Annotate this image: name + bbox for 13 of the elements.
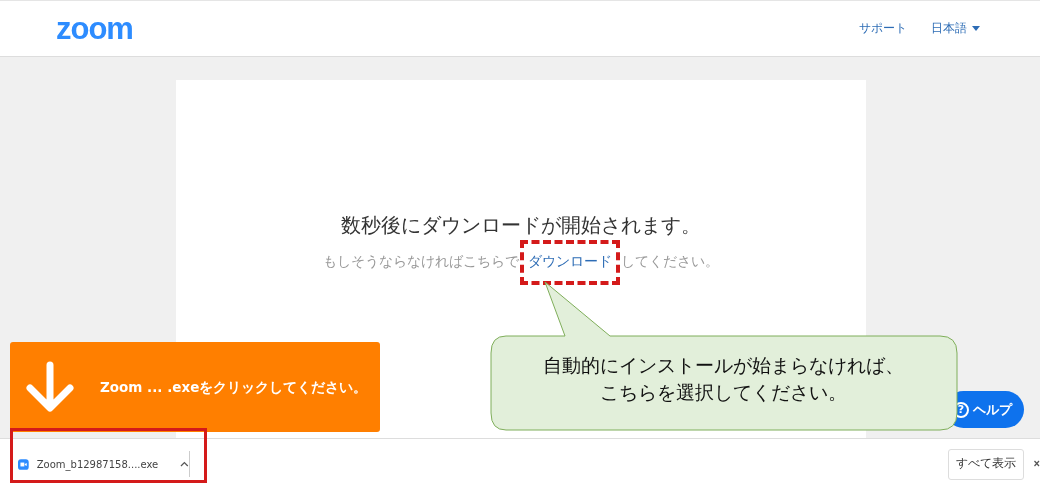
nav-link[interactable]: 日本語 [931, 19, 980, 38]
download-item[interactable]: Zoom_b12987158....exe [18, 451, 190, 477]
download-link[interactable]: ダウンロード [520, 240, 620, 285]
banner-text: Zoom ... .exeをクリックしてください。 [100, 377, 368, 397]
show-all-button[interactable]: すべて表示 [948, 448, 1024, 480]
file-name: Zoom_b12987158....exe [36, 457, 159, 472]
logo[interactable]: zoom [56, 13, 133, 44]
chevron-icon [180, 461, 189, 467]
app-icon [18, 458, 29, 470]
heading: 数秒後にダウンロードが開始されます。 [340, 212, 702, 239]
close-icon [1034, 459, 1040, 469]
callout-text: 自動的にインストールが始まらなければ、 こちらを選択してください。 [542, 353, 905, 405]
nav-link[interactable]: サポート [859, 19, 907, 38]
